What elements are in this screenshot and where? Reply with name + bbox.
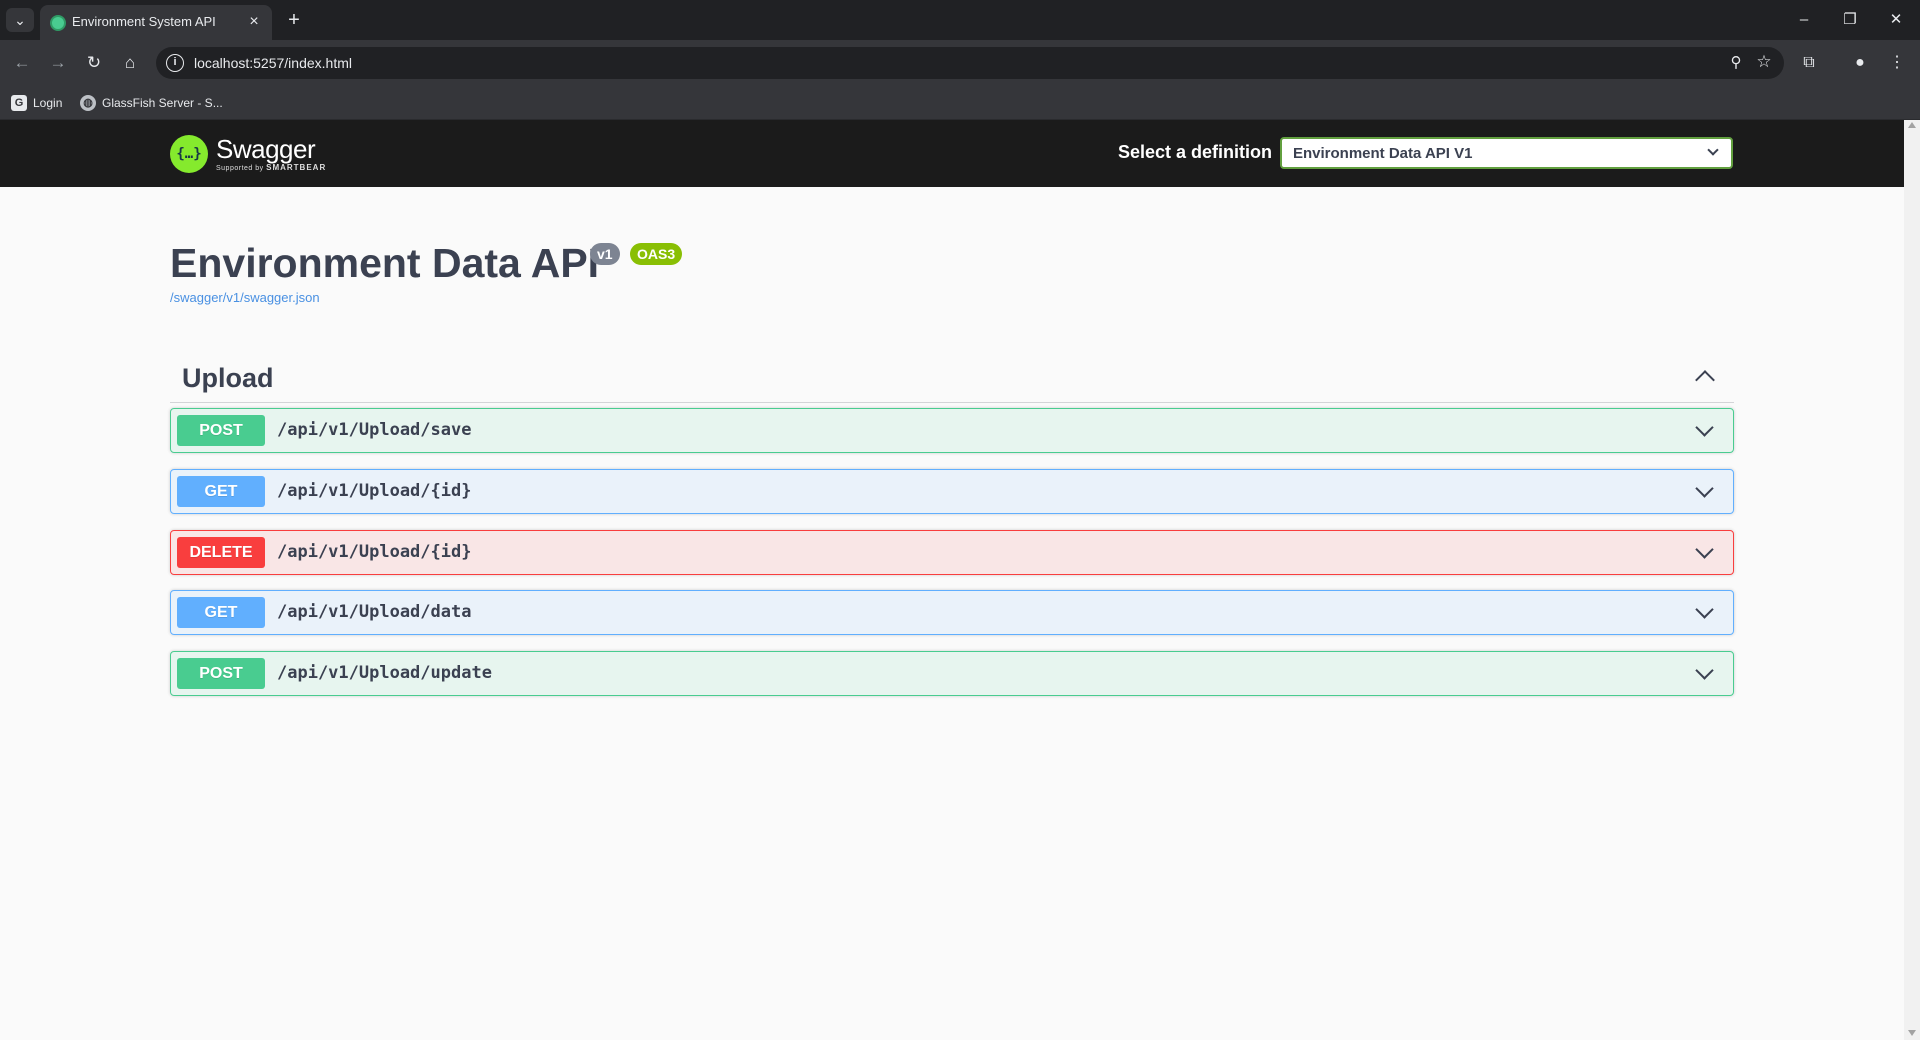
- bookmark-label: GlassFish Server - S...: [102, 96, 223, 110]
- restore-icon[interactable]: ❐: [1832, 6, 1868, 34]
- operation-get-data[interactable]: GET /api/v1/Upload/data: [170, 590, 1734, 635]
- operation-path: /api/v1/Upload/update: [277, 663, 492, 683]
- profile-avatar-icon[interactable]: ●: [1847, 50, 1873, 76]
- operation-path: /api/v1/Upload/data: [277, 602, 472, 622]
- chevron-down-icon[interactable]: [1695, 418, 1714, 437]
- browser-tab[interactable]: Environment System API ×: [40, 5, 272, 40]
- address-bar[interactable]: i localhost:5257/index.html ⚲ ☆: [156, 47, 1784, 79]
- method-badge: DELETE: [177, 537, 265, 568]
- swagger-json-link[interactable]: /swagger/v1/swagger.json: [170, 290, 320, 305]
- bookmark-label: Login: [33, 96, 63, 110]
- chevron-down-icon[interactable]: [1695, 600, 1714, 619]
- method-badge: POST: [177, 415, 265, 446]
- operation-path: /api/v1/Upload/{id}: [277, 542, 472, 562]
- tag-header[interactable]: Upload: [170, 353, 1734, 403]
- operation-get-by-id[interactable]: GET /api/v1/Upload/{id}: [170, 469, 1734, 514]
- bookmark-star-icon[interactable]: ☆: [1754, 52, 1774, 72]
- logo-subtitle: Supported by SMARTBEAR: [216, 163, 327, 172]
- extensions-puzzle-icon[interactable]: ⧉: [1796, 50, 1822, 76]
- scroll-down-icon[interactable]: [1908, 1030, 1916, 1036]
- zoom-magnifier-icon[interactable]: ⚲: [1726, 53, 1746, 73]
- swagger-topbar: {…} Swagger Supported by SMARTBEAR Selec…: [0, 120, 1904, 187]
- back-arrow-icon[interactable]: ←: [8, 49, 36, 77]
- globe-icon: ◍: [80, 95, 96, 111]
- definition-select[interactable]: Environment Data API V1: [1280, 137, 1733, 169]
- definition-label: Select a definition: [1118, 142, 1273, 162]
- api-title: Environment Data API: [170, 240, 600, 286]
- window-close-icon[interactable]: ✕: [1878, 6, 1914, 34]
- address-url[interactable]: localhost:5257/index.html: [194, 55, 352, 71]
- tab-title: Environment System API: [72, 14, 216, 29]
- operation-delete-by-id[interactable]: DELETE /api/v1/Upload/{id}: [170, 530, 1734, 575]
- page-scrollbar[interactable]: [1904, 120, 1920, 1040]
- swagger-favicon-icon: [50, 15, 66, 31]
- method-badge: GET: [177, 476, 265, 507]
- tag-section-upload: Upload POST /api/v1/Upload/save GET /api…: [170, 353, 1734, 696]
- method-badge: POST: [177, 658, 265, 689]
- definition-selected-value: Environment Data API V1: [1293, 145, 1473, 162]
- swagger-logo[interactable]: {…} Swagger Supported by SMARTBEAR: [170, 132, 326, 176]
- chevron-up-icon[interactable]: [1695, 370, 1715, 390]
- chevron-down-icon[interactable]: [1695, 479, 1714, 498]
- chevron-down-icon: [1707, 144, 1719, 156]
- operation-post-save[interactable]: POST /api/v1/Upload/save: [170, 408, 1734, 453]
- swagger-logo-icon: {…}: [170, 135, 208, 173]
- operation-path: /api/v1/Upload/{id}: [277, 481, 472, 501]
- swagger-page: {…} Swagger Supported by SMARTBEAR Selec…: [0, 120, 1904, 1040]
- bookmark-login[interactable]: G Login: [11, 93, 62, 113]
- logo-word: Swagger: [216, 134, 316, 164]
- login-bookmark-icon: G: [11, 95, 27, 111]
- browser-tab-bar: ⌄ Environment System API × + – ❐ ✕: [0, 0, 1920, 40]
- oas-badge: OAS3: [630, 243, 683, 265]
- reload-icon[interactable]: ↻: [80, 49, 108, 77]
- site-info-icon[interactable]: i: [166, 54, 184, 72]
- bookmarks-bar: G Login ◍ GlassFish Server - S...: [0, 86, 1920, 120]
- chevron-down-icon[interactable]: [1695, 540, 1714, 559]
- operation-path: /api/v1/Upload/save: [277, 420, 472, 440]
- new-tab-plus-icon[interactable]: +: [280, 8, 308, 32]
- tab-search-chevron-icon[interactable]: ⌄: [6, 8, 34, 32]
- operation-post-update[interactable]: POST /api/v1/Upload/update: [170, 651, 1734, 696]
- tab-close-icon[interactable]: ×: [244, 12, 264, 32]
- scroll-up-icon[interactable]: [1908, 122, 1916, 128]
- forward-arrow-icon[interactable]: →: [44, 49, 72, 77]
- tag-name: Upload: [182, 363, 274, 393]
- minimize-icon[interactable]: –: [1786, 6, 1822, 34]
- home-icon[interactable]: ⌂: [116, 49, 144, 77]
- method-badge: GET: [177, 597, 265, 628]
- browser-menu-icon[interactable]: ⋮: [1884, 50, 1910, 76]
- chevron-down-icon[interactable]: [1695, 661, 1714, 680]
- version-badge: v1: [590, 243, 620, 265]
- browser-toolbar: ← → ↻ ⌂ i localhost:5257/index.html ⚲ ☆ …: [0, 40, 1920, 86]
- bookmark-glassfish[interactable]: ◍ GlassFish Server - S...: [80, 93, 223, 113]
